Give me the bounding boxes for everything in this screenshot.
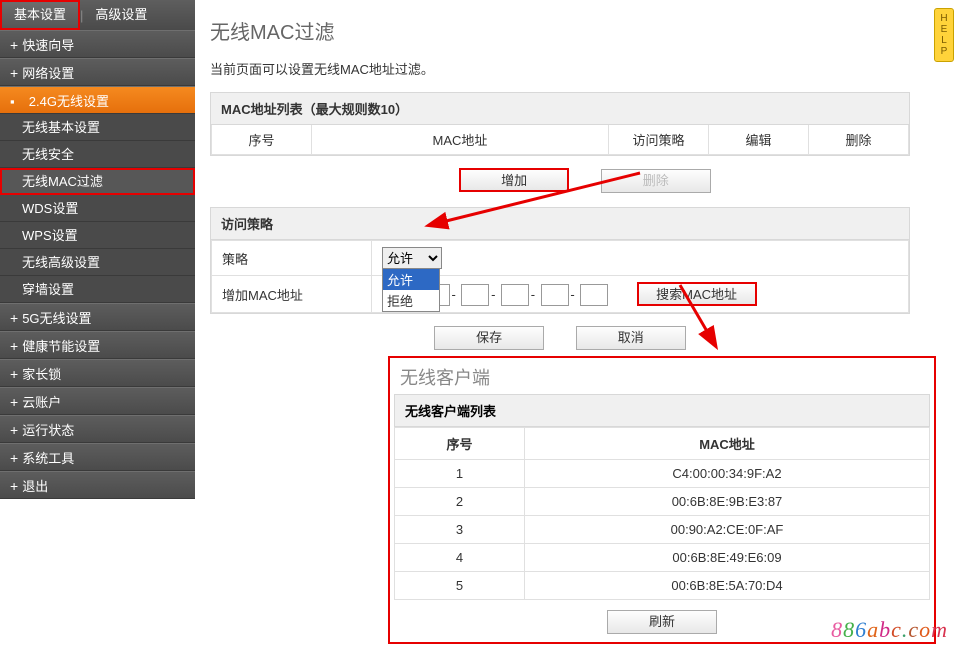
nav-label: 无线基本设置 (22, 120, 100, 135)
mac-sep: - (489, 287, 497, 302)
expand-icon: + (10, 310, 18, 326)
client-col-mac: MAC地址 (525, 428, 930, 460)
nav-label: 健康节能设置 (22, 339, 100, 354)
tab-advanced[interactable]: 高级设置 (83, 0, 159, 30)
mac-sep: - (450, 287, 458, 302)
col-seq: 序号 (212, 125, 312, 155)
nav-sub-mac-filter[interactable]: 无线MAC过滤 (0, 168, 195, 195)
delete-button[interactable]: 删除 (601, 169, 711, 193)
nav-label: WPS设置 (22, 228, 78, 243)
nav-sub-security[interactable]: 无线安全 (0, 141, 195, 168)
table-row[interactable]: 300:90:A2:CE:0F:AF (395, 516, 930, 544)
nav-sub-wall[interactable]: 穿墙设置 (0, 276, 195, 303)
nav-logout[interactable]: + 退出 (0, 471, 195, 499)
nav-5g-wireless[interactable]: +5G无线设置 (0, 303, 195, 331)
mac-list-table: 序号 MAC地址 访问策略 编辑 删除 (211, 125, 909, 155)
expand-icon: + (10, 65, 18, 81)
watermark: 886abc.com (831, 617, 948, 643)
nav-label: 运行状态 (22, 423, 74, 438)
top-tabs: 基本设置 | 高级设置 (0, 0, 195, 30)
table-row[interactable]: 400:6B:8E:49:E6:09 (395, 544, 930, 572)
nav-sub-adv[interactable]: 无线高级设置 (0, 249, 195, 276)
expand-icon: + (10, 450, 18, 466)
mac-list-panel: MAC地址列表（最大规则数10） 序号 MAC地址 访问策略 编辑 删除 (210, 92, 910, 156)
nav: + 快速向导 + 网络设置 +2.4G无线设置 无线基本设置 无线安全 无线MAC过… (0, 30, 195, 499)
nav-cloud[interactable]: + 云账户 (0, 387, 195, 415)
nav-sub-wds[interactable]: WDS设置 (0, 195, 195, 222)
nav-health[interactable]: + 健康节能设置 (0, 331, 195, 359)
search-mac-button[interactable]: 搜索MAC地址 (637, 282, 757, 306)
table-row[interactable]: 200:6B:8E:9B:E3:87 (395, 488, 930, 516)
nav-sub-wps[interactable]: WPS设置 (0, 222, 195, 249)
table-row[interactable]: 500:6B:8E:5A:70:D4 (395, 572, 930, 600)
option-deny[interactable]: 拒绝 (383, 290, 439, 311)
mac-input-6[interactable] (580, 284, 608, 306)
row-policy-label: 策略 (212, 241, 372, 276)
mac-input-5[interactable] (541, 284, 569, 306)
nav-label: 2.4G无线设置 (29, 94, 109, 109)
nav-label: 无线高级设置 (22, 255, 100, 270)
dialog-list-header: 无线客户端列表 (394, 394, 930, 427)
sidebar: 基本设置 | 高级设置 + 快速向导 + 网络设置 +2.4G无线设置 无线基本设置… (0, 0, 195, 499)
page-title: 无线MAC过滤 (210, 16, 960, 45)
col-del: 删除 (809, 125, 909, 155)
nav-label: 网络设置 (22, 66, 74, 81)
nav-label: 穿墙设置 (22, 282, 74, 297)
main: 无线MAC过滤 当前页面可以设置无线MAC地址过滤。 MAC地址列表（最大规则数… (210, 0, 960, 350)
refresh-button[interactable]: 刷新 (607, 610, 717, 634)
nav-network[interactable]: + 网络设置 (0, 58, 195, 86)
policy-panel: 访问策略 策略 允许 允许 拒绝 增加MAC地址 (210, 207, 910, 314)
save-button[interactable]: 保存 (434, 326, 544, 350)
expand-icon: + (10, 478, 18, 494)
nav-label: 系统工具 (22, 451, 74, 466)
policy-dropdown: 允许 拒绝 (382, 268, 440, 312)
client-table: 序号 MAC地址 1C4:00:00:34:9F:A2 200:6B:8E:9B… (394, 427, 930, 600)
mac-sep: - (569, 287, 577, 302)
nav-tools[interactable]: + 系统工具 (0, 443, 195, 471)
nav-label: 家长锁 (22, 367, 61, 382)
mac-input-4[interactable] (501, 284, 529, 306)
add-button[interactable]: 增加 (459, 168, 569, 192)
save-cancel-row: 保存 取消 (210, 326, 910, 350)
row-addmac-label: 增加MAC地址 (212, 276, 372, 313)
nav-label: 无线安全 (22, 147, 74, 162)
nav-parental[interactable]: + 家长锁 (0, 359, 195, 387)
page-desc: 当前页面可以设置无线MAC地址过滤。 (210, 59, 960, 78)
dialog-title: 无线客户端 (390, 358, 934, 394)
expand-icon: + (10, 338, 18, 354)
col-policy: 访问策略 (609, 125, 709, 155)
client-col-seq: 序号 (395, 428, 525, 460)
nav-sub-basic[interactable]: 无线基本设置 (0, 114, 195, 141)
nav-label: 5G无线设置 (22, 311, 91, 326)
nav-label: 无线MAC过滤 (22, 174, 103, 189)
tab-basic[interactable]: 基本设置 (0, 0, 80, 30)
nav-2g-wireless[interactable]: +2.4G无线设置 (0, 86, 195, 114)
nav-status[interactable]: + 运行状态 (0, 415, 195, 443)
wireless-client-dialog: 无线客户端 无线客户端列表 序号 MAC地址 1C4:00:00:34:9F:A… (388, 356, 936, 644)
help-tab[interactable]: HELP (934, 8, 954, 62)
table-row[interactable]: 1C4:00:00:34:9F:A2 (395, 460, 930, 488)
add-delete-row: 增加 删除 (210, 168, 960, 193)
nav-label: 云账户 (22, 395, 61, 410)
cancel-button[interactable]: 取消 (576, 326, 686, 350)
expand-icon: + (10, 37, 18, 53)
col-edit: 编辑 (709, 125, 809, 155)
nav-label: 快速向导 (22, 38, 74, 53)
mac-input-3[interactable] (461, 284, 489, 306)
mac-sep: - (529, 287, 537, 302)
policy-select[interactable]: 允许 (382, 247, 442, 269)
policy-header: 访问策略 (211, 208, 909, 240)
mac-list-header: MAC地址列表（最大规则数10） (211, 93, 909, 125)
expand-icon: + (10, 422, 18, 438)
nav-quick-wizard[interactable]: + 快速向导 (0, 30, 195, 58)
option-allow[interactable]: 允许 (383, 269, 439, 290)
expand-icon: + (10, 366, 18, 382)
col-mac: MAC地址 (312, 125, 609, 155)
expand-icon: + (10, 394, 18, 410)
nav-label: WDS设置 (22, 201, 78, 216)
nav-label: 退出 (22, 479, 48, 494)
